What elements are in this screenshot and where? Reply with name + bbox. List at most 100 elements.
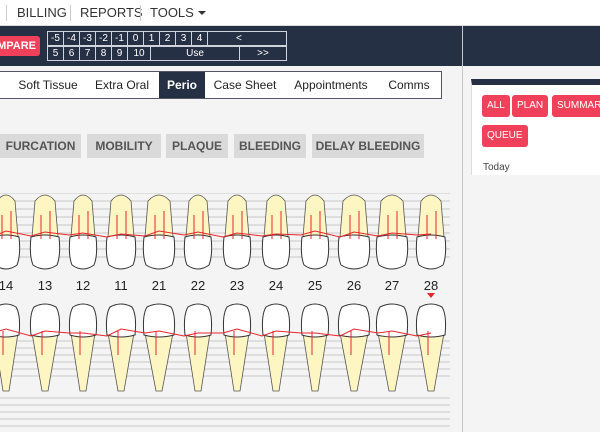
filter-bleeding[interactable]: BLEEDING [234, 134, 306, 158]
lower-tooth [105, 303, 137, 392]
depth-key[interactable]: 6 [63, 46, 80, 61]
depth-key[interactable]: 5 [47, 46, 64, 61]
tooth-root [107, 194, 135, 238]
tab-comms[interactable]: Comms [383, 72, 435, 98]
lower-tooth [415, 303, 447, 392]
tooth-number[interactable]: 13 [30, 278, 60, 293]
filter-furcation[interactable]: FURCATION [0, 134, 81, 158]
tooth-number[interactable]: 14 [0, 278, 21, 293]
tooth-root [263, 194, 289, 238]
tooth-number[interactable]: 23 [222, 278, 252, 293]
tooth-crown [183, 303, 213, 338]
tooth-number[interactable]: 24 [261, 278, 291, 293]
depth-key[interactable]: 8 [95, 46, 112, 61]
tooth-crown [105, 303, 137, 338]
depth-key[interactable]: 0 [127, 31, 144, 46]
tooth-crown [261, 234, 291, 270]
use-button[interactable]: Use [150, 46, 240, 61]
tab-extra-oral[interactable]: Extra Oral [91, 72, 153, 98]
upper-tooth [68, 194, 98, 270]
tooth-number[interactable]: 12 [68, 278, 98, 293]
tooth-number[interactable]: 26 [339, 278, 369, 293]
next-button[interactable]: >> [239, 46, 287, 61]
depth-key[interactable]: 1 [143, 31, 160, 46]
lower-tooth [68, 303, 98, 392]
tooth-root [377, 194, 407, 238]
tooth-crown [415, 303, 447, 338]
lower-tooth [337, 303, 371, 392]
upper-teeth-row [0, 194, 447, 270]
tooth-number[interactable]: 27 [377, 278, 407, 293]
depth-key[interactable]: 9 [111, 46, 128, 61]
nav-tools[interactable]: TOOLS [150, 0, 206, 26]
tab-appointments[interactable]: Appointments [289, 72, 373, 98]
depth-key[interactable]: -3 [79, 31, 96, 46]
depth-key[interactable]: 10 [127, 46, 151, 61]
upper-tooth [375, 194, 409, 270]
plan-button[interactable]: PLAN [512, 95, 549, 117]
depth-key[interactable]: 7 [79, 46, 96, 61]
tooth-crown [300, 234, 330, 270]
depth-key[interactable]: -2 [95, 31, 112, 46]
tooth-root [339, 194, 369, 238]
upper-tooth [415, 194, 447, 270]
tooth-root [0, 194, 19, 238]
tooth-crown [68, 234, 98, 270]
tooth-root [224, 194, 250, 238]
tooth-crown [142, 234, 176, 270]
depth-key[interactable]: -1 [111, 31, 128, 46]
tab-soft-tissue[interactable]: Soft Tissue [13, 72, 83, 98]
panel-divider [462, 26, 463, 432]
tab-case-sheet[interactable]: Case Sheet [211, 72, 279, 98]
tooth-number[interactable]: 25 [300, 278, 330, 293]
tooth-crown [337, 303, 371, 338]
tooth-crown [142, 303, 176, 338]
perio-tooth-chart[interactable] [0, 193, 450, 432]
compare-button[interactable]: COMPARE [0, 36, 40, 56]
tooth-number[interactable]: 21 [144, 278, 174, 293]
lower-tooth [142, 303, 176, 392]
chart-tabs: Soft Tissue Extra Oral Perio Case Sheet … [0, 71, 442, 99]
tooth-crown [375, 303, 409, 338]
lower-tooth [261, 303, 291, 392]
nav-separator [70, 5, 71, 21]
today-label: Today [483, 162, 510, 173]
filter-mobility[interactable]: MOBILITY [87, 134, 161, 158]
nav-billing[interactable]: BILLING [17, 0, 67, 26]
tooth-root [31, 194, 59, 238]
tab-perio[interactable]: Perio [159, 72, 205, 98]
depth-key[interactable]: 3 [175, 31, 192, 46]
filter-plaque[interactable]: PLAQUE [166, 134, 228, 158]
tooth-crown [222, 234, 252, 270]
queue-button[interactable]: QUEUE [482, 125, 528, 147]
lower-tooth [222, 303, 252, 392]
nav-separator [140, 5, 141, 21]
depth-key[interactable]: 4 [191, 31, 208, 46]
lower-tooth [29, 303, 61, 392]
lower-tooth [0, 303, 21, 392]
depth-key[interactable]: -4 [63, 31, 80, 46]
upper-tooth [222, 194, 252, 270]
all-button[interactable]: ALL [482, 95, 510, 117]
depth-key[interactable]: -5 [47, 31, 64, 46]
depth-key-back[interactable]: < [207, 31, 287, 46]
tooth-root [417, 194, 445, 238]
tooth-crown [337, 234, 371, 270]
upper-tooth [300, 194, 330, 270]
tooth-number[interactable]: 11 [106, 278, 136, 293]
depth-key[interactable]: 2 [159, 31, 176, 46]
nav-reports[interactable]: REPORTS [80, 0, 143, 26]
tooth-crown [68, 303, 98, 338]
lower-teeth-row [0, 303, 447, 392]
tooth-crown [29, 234, 61, 270]
caret-down-icon [197, 11, 206, 15]
upper-tooth [261, 194, 291, 270]
actions-panel: ALL PLAN SUMMARY QUEUE Today [471, 79, 600, 175]
tooth-root [70, 194, 96, 238]
top-navigation-bar: BILLING REPORTS TOOLS [0, 0, 600, 26]
tooth-crown [415, 234, 447, 270]
summary-button[interactable]: SUMMARY [552, 95, 600, 117]
filter-delay-bleeding[interactable]: DELAY BLEEDING [312, 134, 424, 158]
tooth-number[interactable]: 28 [416, 278, 446, 293]
tooth-number[interactable]: 22 [183, 278, 213, 293]
